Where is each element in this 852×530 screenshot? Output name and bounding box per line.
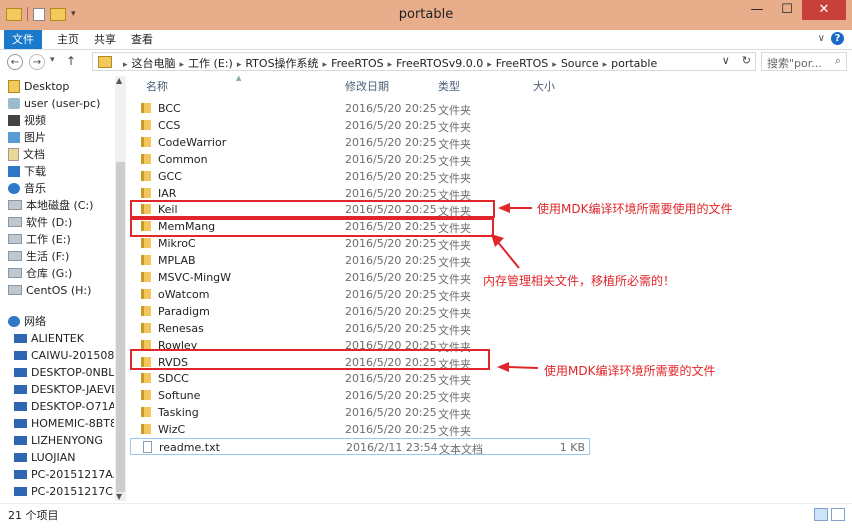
annotation-rvds: 使用MDK编译环境所需要的文件 [544,364,716,378]
arrow-memmang [491,234,520,269]
arrow-rvds [497,362,539,372]
annotation-memmang: 内存管理相关文件，移植所必需的！ [483,274,676,288]
annotation-arrows [491,203,539,372]
annotation-keil: 使用MDK编译环境所需要使用的文件 [537,202,733,216]
large-icons-view-button[interactable] [831,508,845,521]
details-view-button[interactable] [814,508,828,521]
item-count: 21 个项目 [8,509,59,522]
status-bar: 21 个项目 [0,503,852,530]
arrow-keil [498,203,532,213]
